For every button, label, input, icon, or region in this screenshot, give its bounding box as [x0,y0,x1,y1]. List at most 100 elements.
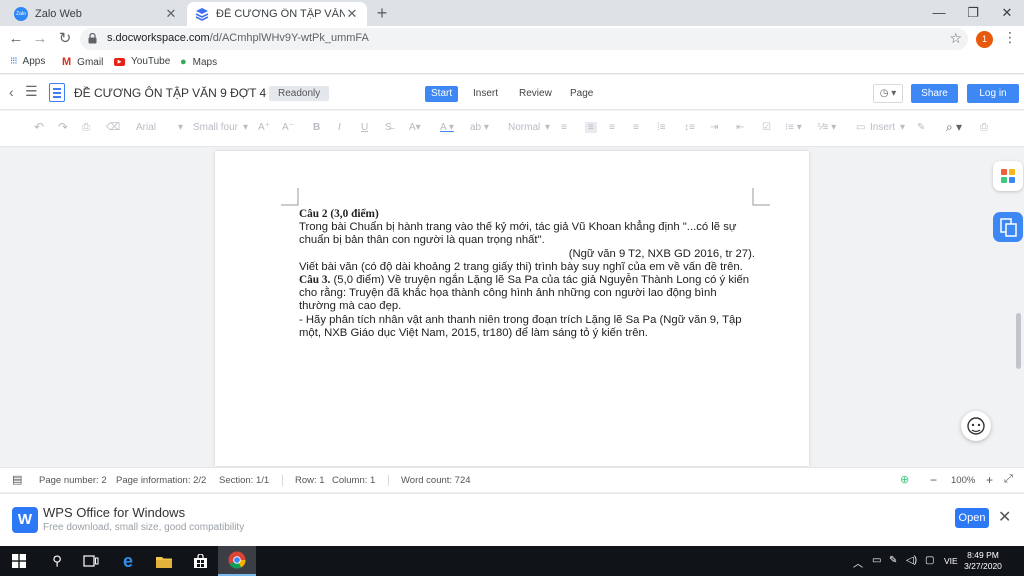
shrink-font-icon[interactable]: A⁻ [282,122,294,133]
input-language[interactable]: VIE [944,556,958,566]
document-body[interactable]: Câu 2 (3,0 điểm) Trong bài Chuẩn bị hành… [299,208,755,340]
align-left-icon[interactable]: ≡ [561,122,567,133]
window-close-icon[interactable]: ✕ [992,3,1022,23]
outdent-icon[interactable]: ⇤ [736,122,744,133]
bookmark-gmail[interactable]: M Gmail [62,56,103,68]
strikethrough-icon[interactable]: S̶ [385,122,392,133]
show-hidden-icons-icon[interactable]: ︿ [853,555,863,570]
back-arrow-icon[interactable]: ← [7,30,25,48]
store-icon[interactable] [181,546,219,576]
chrome-icon[interactable] [218,546,256,576]
browser-tab-zalo[interactable]: Zalo Zalo Web ✕ [6,2,186,26]
italic-icon[interactable]: I [338,122,341,133]
tab-insert[interactable]: Insert [467,86,504,102]
system-clock[interactable]: 8:49 PM 3/27/2020 [962,550,1004,572]
align-center-icon[interactable]: ≡ [585,122,597,133]
bookmark-maps[interactable]: ● Maps [180,56,217,68]
format-brush-icon[interactable]: ✎ [917,122,925,133]
outline-panel-icon[interactable]: ▤ [12,473,22,486]
tab-review[interactable]: Review [513,86,558,102]
document-page[interactable]: Câu 2 (3,0 điểm) Trong bài Chuẩn bị hành… [215,151,809,466]
font-effect-icon[interactable]: A▾ [409,122,421,133]
chevron-down-icon: ▾ [900,122,906,133]
profile-avatar[interactable]: 1 [976,31,993,48]
browser-menu-icon[interactable]: ⋮ [1003,29,1017,46]
grow-font-icon[interactable]: A⁺ [258,122,270,133]
bold-icon[interactable]: B [313,122,320,133]
paragraph-style-select[interactable]: Normal [508,122,540,133]
document-paragraph: Câu 3. (5,0 điểm) Về truyện ngắn Lặng lẽ… [299,274,750,313]
search-icon[interactable]: ⌕ ▾ [946,120,962,135]
wps-logo-icon: W [12,507,38,533]
clear-format-icon[interactable]: ⌫ [106,122,120,133]
bullet-list-icon[interactable]: ⁝≡ ▾ [785,122,802,133]
underline-icon[interactable]: U [361,122,368,133]
notification-icon[interactable]: ▢ [925,555,934,566]
line-spacing-icon[interactable]: ↕≡ [684,122,695,133]
share-button[interactable]: Share [911,84,958,103]
zoom-in-icon[interactable]: + [986,473,993,487]
windows-start-icon[interactable] [0,546,38,576]
volume-icon[interactable]: ◁) [906,555,917,566]
edge-browser-icon[interactable]: e [109,546,147,576]
login-button[interactable]: Log in [967,84,1019,103]
insert-select[interactable]: Insert [870,122,895,133]
task-view-icon[interactable] [72,546,110,576]
bookmark-star-icon[interactable]: ☆ [949,30,962,47]
chevron-down-icon: ▾ [545,122,551,133]
windows-taskbar: ⚲ e ︿ ▭ ✎ ◁) ▢ VIE 8:49 PM 3/27/2020 [0,546,1024,576]
url-input[interactable]: s.docworkspace.com/d/ACmhplWHv9Y-wtPk_um… [80,28,968,50]
history-clock-icon[interactable]: ◷ ▾ [873,84,903,103]
url-text: s.docworkspace.com/d/ACmhplWHv9Y-wtPk_um… [107,32,369,44]
format-painter-icon[interactable]: ⎙ [82,122,90,133]
bookmark-apps[interactable]: ⁝⁝⁝ Apps [10,56,45,67]
battery-icon[interactable]: ▭ [872,555,881,566]
document-workspace[interactable]: Câu 2 (3,0 điểm) Trong bài Chuẩn bị hành… [0,148,1024,466]
fit-width-icon[interactable]: ⤢ [1004,473,1013,486]
align-right-icon[interactable]: ≡ [609,122,615,133]
format-toolbar: ↶ ↷ ⎙ ⌫ Arial ▾ Small four ▾ A⁺ A⁻ B I U… [0,111,1024,147]
restore-icon[interactable]: ❐ [958,3,988,23]
checkbox-list-icon[interactable]: ☑ [762,122,771,133]
file-explorer-icon[interactable] [145,546,183,576]
chevron-left-icon[interactable]: ‹ [9,84,14,100]
apps-panel-icon[interactable] [993,161,1023,191]
hamburger-menu-icon[interactable]: ☰ [25,83,38,100]
font-color-icon[interactable]: A ▾ [440,122,454,133]
indent-icon[interactable]: ⇥ [710,122,718,133]
redo-icon[interactable]: ↷ [58,120,68,134]
highlight-icon[interactable]: ab ▾ [470,122,489,133]
forward-arrow-icon[interactable]: → [31,30,49,48]
print-icon[interactable]: ⎙ [980,122,988,133]
tab-page[interactable]: Page [564,86,599,102]
undo-icon[interactable]: ↶ [34,120,44,134]
zoom-out-icon[interactable]: − [930,473,937,487]
reload-icon[interactable]: ↻ [56,30,74,48]
assistant-mascot-icon[interactable] [961,411,991,441]
browser-tab-strip: Zalo Zalo Web ✕ ĐỀ CƯƠNG ÔN TẬP VĂN 9 ĐỢ… [0,0,1024,26]
search-icon[interactable]: ⚲ [38,546,76,576]
pen-icon[interactable]: ✎ [889,555,897,566]
zoom-level[interactable]: 100% [951,475,975,486]
bookmark-youtube[interactable]: ▶ YouTube [114,56,170,67]
document-paragraph: - Hãy phân tích nhân vật anh thanh niên … [299,313,742,339]
convert-document-icon[interactable] [993,212,1023,242]
numbered-list-icon[interactable]: ⅟≡ ▾ [817,122,836,133]
chevron-down-icon: ▾ [178,122,184,133]
tab-start[interactable]: Start [425,86,459,102]
vertical-scrollbar[interactable] [1016,313,1021,369]
close-icon[interactable]: ✕ [998,507,1011,527]
minimize-icon[interactable]: — [924,3,954,23]
font-family-select[interactable]: Arial [136,122,156,133]
new-tab-button[interactable]: + [372,4,392,24]
apps-grid-icon: ⁝⁝⁝ [10,56,17,67]
close-icon[interactable]: ✕ [345,6,359,22]
close-icon[interactable]: ✕ [164,6,178,22]
open-button[interactable]: Open [955,508,989,528]
font-size-select[interactable]: Small four [193,122,238,133]
distributed-align-icon[interactable]: ⁞≡ [657,122,666,133]
web-view-icon[interactable]: ⊕ [900,473,909,486]
address-bar-row: ← → ↻ s.docworkspace.com/d/ACmhplWHv9Y-w… [0,26,1024,53]
browser-tab-document[interactable]: ĐỀ CƯƠNG ÔN TẬP VĂN 9 ĐỢT ✕ [187,2,367,26]
justify-icon[interactable]: ≡ [633,122,639,133]
